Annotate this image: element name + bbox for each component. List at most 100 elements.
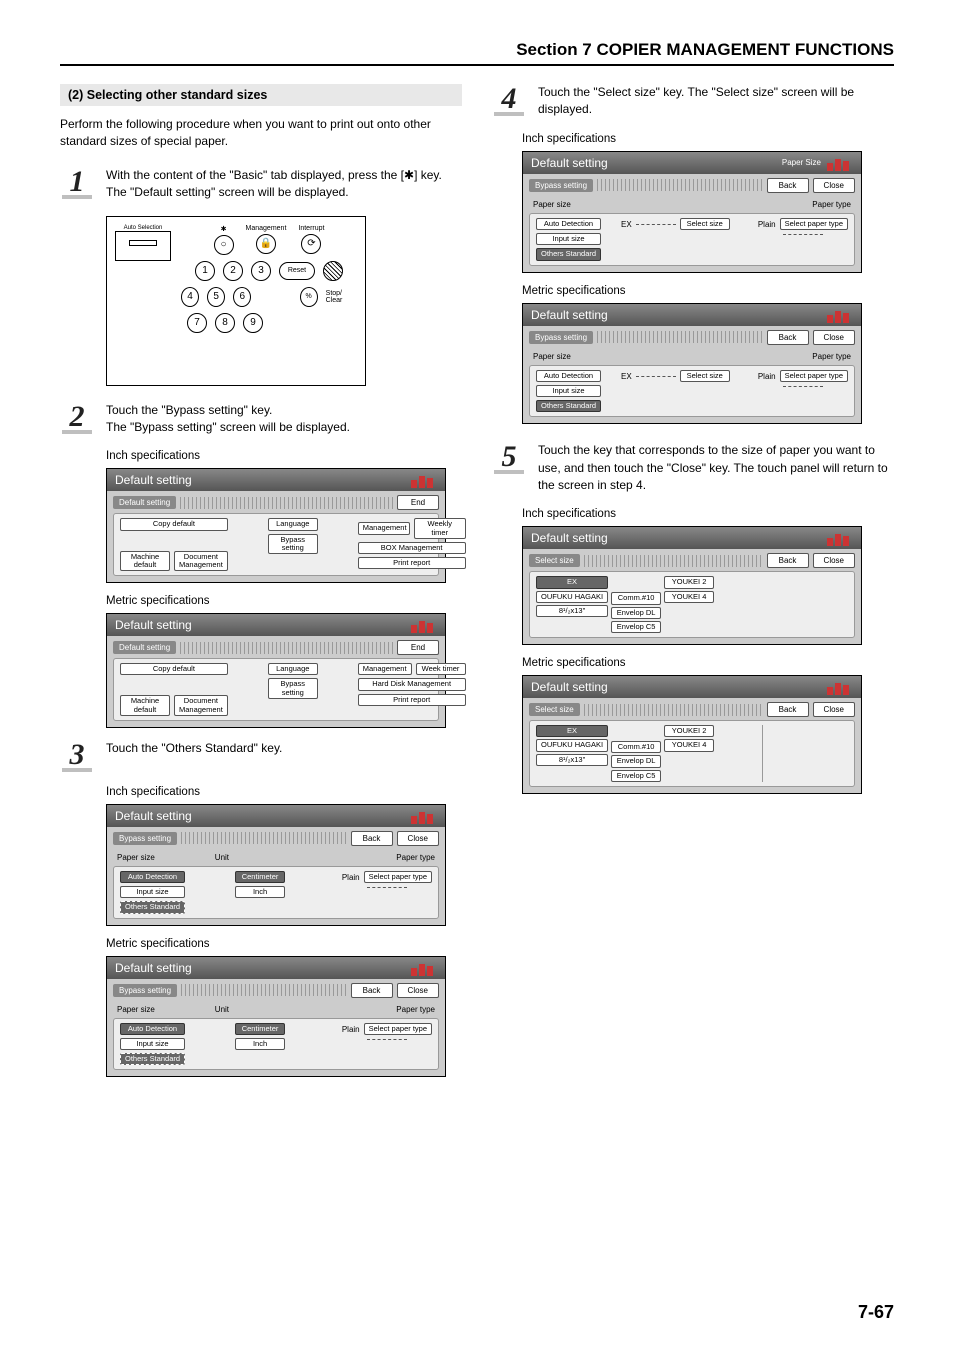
screen-title: Default setting bbox=[115, 809, 192, 823]
paper-type-label: Paper type bbox=[396, 1003, 435, 1016]
others-standard-button[interactable]: Others Standard bbox=[120, 1053, 185, 1065]
step-number: 3 bbox=[70, 740, 85, 770]
machine-default-button[interactable]: Machine default bbox=[120, 695, 170, 716]
breadcrumb: Bypass setting bbox=[529, 331, 593, 344]
youkei2-button[interactable]: YOUKEI 2 bbox=[664, 576, 714, 588]
reset-key: Reset bbox=[279, 262, 315, 280]
metric-spec-label: Metric specifications bbox=[106, 938, 462, 950]
step-4-text: Touch the "Select size" key. The "Select… bbox=[538, 84, 894, 119]
inch-button[interactable]: Inch bbox=[235, 1038, 285, 1050]
management-button[interactable]: Management bbox=[358, 522, 410, 534]
comm10-button[interactable]: Comm.#10 bbox=[611, 592, 661, 604]
others-standard-button[interactable]: Others Standard bbox=[536, 400, 601, 412]
back-button[interactable]: Back bbox=[767, 330, 809, 345]
centimeter-button[interactable]: Centimeter bbox=[235, 1023, 285, 1035]
breadcrumb: Default setting bbox=[113, 641, 176, 654]
back-button[interactable]: Back bbox=[767, 553, 809, 568]
box-mgmt-button[interactable]: BOX Management bbox=[358, 542, 466, 554]
breadcrumb: Default setting bbox=[113, 496, 176, 509]
pct-key: % bbox=[300, 287, 318, 307]
breadcrumb: Bypass setting bbox=[529, 179, 593, 192]
step-2a: Touch the "Bypass setting" key. bbox=[106, 403, 272, 417]
step-3-text: Touch the "Others Standard" key. bbox=[106, 740, 462, 772]
youkei2-button[interactable]: YOUKEI 2 bbox=[664, 725, 714, 737]
others-standard-button[interactable]: Others Standard bbox=[120, 901, 185, 913]
bypass-setting-button[interactable]: Bypass setting bbox=[268, 534, 318, 555]
auto-detection-button[interactable]: Auto Detection bbox=[120, 1023, 185, 1035]
close-button[interactable]: Close bbox=[813, 702, 855, 717]
print-report-button[interactable]: Print report bbox=[358, 557, 466, 569]
breadcrumb: Bypass setting bbox=[113, 832, 177, 845]
close-button[interactable]: Close bbox=[397, 831, 439, 846]
back-button[interactable]: Back bbox=[351, 983, 393, 998]
close-button[interactable]: Close bbox=[397, 983, 439, 998]
breadcrumb: Select size bbox=[529, 554, 580, 567]
select-paper-type-button[interactable]: Select paper type bbox=[780, 218, 848, 230]
screen-step4-metric: Default setting Bypass settingBackClose … bbox=[522, 303, 862, 425]
select-size-button[interactable]: Select size bbox=[680, 370, 730, 382]
paper-type-label: Paper type bbox=[812, 198, 851, 211]
digit-6: 6 bbox=[233, 287, 251, 307]
ex-button[interactable]: EX bbox=[536, 576, 608, 588]
centimeter-button[interactable]: Centimeter bbox=[235, 871, 285, 883]
digit-1: 1 bbox=[195, 261, 215, 281]
step-1: 1 With the content of the "Basic" tab di… bbox=[60, 167, 462, 202]
input-size-button[interactable]: Input size bbox=[120, 886, 185, 898]
print-report-button[interactable]: Print report bbox=[358, 694, 466, 706]
youkei4-button[interactable]: YOUKEI 4 bbox=[664, 591, 714, 603]
others-standard-button[interactable]: Others Standard bbox=[536, 248, 601, 260]
plain-label: Plain bbox=[758, 218, 776, 231]
comm10-button[interactable]: Comm.#10 bbox=[611, 741, 661, 753]
select-paper-type-button[interactable]: Select paper type bbox=[364, 871, 432, 883]
weekly-timer-button[interactable]: Weekly timer bbox=[414, 518, 466, 539]
back-button[interactable]: Back bbox=[351, 831, 393, 846]
auto-detection-button[interactable]: Auto Detection bbox=[536, 218, 601, 230]
step-5-text: Touch the key that corresponds to the si… bbox=[538, 442, 894, 494]
envdl-button[interactable]: Envelop DL bbox=[611, 755, 661, 767]
language-button[interactable]: Language bbox=[268, 518, 318, 530]
input-size-button[interactable]: Input size bbox=[120, 1038, 185, 1050]
back-button[interactable]: Back bbox=[767, 702, 809, 717]
close-button[interactable]: Close bbox=[813, 330, 855, 345]
bypass-setting-button[interactable]: Bypass setting bbox=[268, 678, 318, 699]
week-timer-button[interactable]: Week timer bbox=[416, 663, 466, 675]
copy-default-button[interactable]: Copy default bbox=[120, 663, 228, 675]
management-button[interactable]: Management bbox=[358, 663, 412, 675]
paper-size-label: Paper size bbox=[533, 198, 571, 211]
inch-button[interactable]: Inch bbox=[235, 886, 285, 898]
size813-button[interactable]: 8¹/₂x13" bbox=[536, 605, 608, 617]
step-1-text: With the content of the "Basic" tab disp… bbox=[106, 167, 462, 202]
auto-detection-button[interactable]: Auto Detection bbox=[536, 370, 601, 382]
input-size-button[interactable]: Input size bbox=[536, 385, 601, 397]
ex-label: EX bbox=[621, 218, 632, 231]
input-size-button[interactable]: Input size bbox=[536, 233, 601, 245]
harddisk-mgmt-button[interactable]: Hard Disk Management bbox=[358, 678, 466, 690]
metric-spec-label: Metric specifications bbox=[106, 595, 462, 607]
select-paper-type-button[interactable]: Select paper type bbox=[780, 370, 848, 382]
size813-button[interactable]: 8¹/₂x13" bbox=[536, 754, 608, 766]
back-button[interactable]: Back bbox=[767, 178, 809, 193]
close-button[interactable]: Close bbox=[813, 553, 855, 568]
copy-default-button[interactable]: Copy default bbox=[120, 518, 228, 530]
envc5-button[interactable]: Envelop C5 bbox=[611, 770, 661, 782]
doc-mgmt-button[interactable]: Document Management bbox=[174, 695, 228, 716]
select-size-button[interactable]: Select size bbox=[680, 218, 730, 230]
oufuku-button[interactable]: OUFUKU HAGAKI bbox=[536, 739, 608, 751]
screen-title: Default setting bbox=[531, 156, 608, 170]
oufuku-button[interactable]: OUFUKU HAGAKI bbox=[536, 591, 608, 603]
language-button[interactable]: Language bbox=[268, 663, 318, 675]
close-button[interactable]: Close bbox=[813, 178, 855, 193]
auto-detection-button[interactable]: Auto Detection bbox=[120, 871, 185, 883]
envdl-button[interactable]: Envelop DL bbox=[611, 607, 661, 619]
unit-label: Unit bbox=[215, 851, 229, 864]
doc-mgmt-button[interactable]: Document Management bbox=[174, 551, 228, 572]
screen-title: Default setting bbox=[115, 473, 192, 487]
ex-button[interactable]: EX bbox=[536, 725, 608, 737]
select-paper-type-button[interactable]: Select paper type bbox=[364, 1023, 432, 1035]
end-button[interactable]: End bbox=[397, 495, 439, 510]
youkei4-button[interactable]: YOUKEI 4 bbox=[664, 739, 714, 751]
machine-default-button[interactable]: Machine default bbox=[120, 551, 170, 572]
envc5-button[interactable]: Envelop C5 bbox=[611, 621, 661, 633]
digit-4: 4 bbox=[181, 287, 199, 307]
end-button[interactable]: End bbox=[397, 640, 439, 655]
